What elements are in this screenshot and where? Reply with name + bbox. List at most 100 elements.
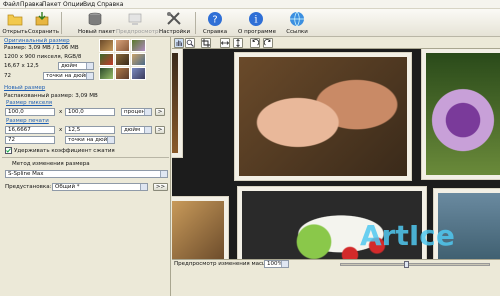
thumbnail-image[interactable] [115,67,130,80]
new-batch-label: Новый пакет [78,29,116,35]
help-button[interactable]: ? Справка [202,9,228,37]
preview-button[interactable]: Предпросмотр [116,9,159,37]
unpacked-size: Распакованный размер: 3,09 MB [4,93,98,99]
original-file-size: Размер: 3,09 MB / 1,06 MB [4,45,79,51]
toolbar: Открыть Сохранить Новый пакет Предпросмо… [0,9,500,37]
photo-building [172,49,182,157]
menu-file[interactable]: Файл [3,1,20,8]
help-icon: ? [208,12,222,26]
pixel-size-heading: Размер пикселя [6,100,53,106]
crop-icon [202,39,210,47]
menu-options[interactable]: Опции [63,1,84,8]
tools-icon [167,12,181,25]
preview-label: Предпросмотр [116,29,159,35]
menu-help[interactable]: Справка [97,1,123,8]
pixel-width-input[interactable]: 100,0 [5,108,55,116]
preset-more-button[interactable]: >> [153,183,168,191]
original-size-heading: Оригинальный размер [4,38,70,44]
preview-canvas[interactable]: ArtIce [172,49,500,259]
zoom-tool-button[interactable] [185,38,195,48]
save-button[interactable]: Сохранить [28,9,59,37]
info-icon: i [249,12,263,26]
fit-height-button[interactable] [233,38,243,48]
menu-batch[interactable]: Пакет [42,1,61,8]
pixel-unit-select[interactable]: процент [121,108,152,116]
original-print-unit-select[interactable]: дюйм [58,62,94,70]
print-more-button[interactable]: > [155,126,165,134]
settings-button[interactable]: Настройки [159,9,190,37]
multiply-sign: x [59,109,63,115]
print-size-heading: Размер печати [6,118,49,124]
zoom-slider-thumb[interactable] [404,261,409,268]
print-unit-select[interactable]: дюйм [121,126,152,134]
settings-panel: Оригинальный размер Размер: 3,09 MB / 1,… [0,37,171,296]
batch-stack-icon [88,12,102,26]
photo-couple [235,53,411,180]
watermark-text: ArtIce [360,219,455,252]
folder-icon [7,14,23,26]
save-icon [35,12,49,26]
print-width-input[interactable]: 16,6667 [5,126,55,134]
rotate-right-button[interactable] [263,38,273,48]
menu-view[interactable]: Вид [83,1,95,8]
photo-giraffe [172,197,228,259]
about-button[interactable]: i О программе [238,9,276,37]
rotate-left-icon [252,39,260,46]
new-size-heading: Новый размер [4,85,46,91]
open-label: Открыть [2,29,28,35]
original-pixel-size: 1200 x 900 пикселя, RGB/8 [4,54,82,60]
print-height-input[interactable]: 12,5 [65,126,115,134]
original-print-size: 16,67 x 12,5 [4,63,39,69]
zoom-slider-track[interactable] [340,263,490,266]
thumbnail-image[interactable] [99,67,114,80]
divider [2,157,169,158]
pixel-height-input[interactable]: 100,0 [65,108,115,116]
rotate-right-icon [263,39,271,46]
pixel-more-button[interactable]: > [155,108,165,116]
resize-method-heading: Метод изменения размера [12,161,90,167]
fit-height-icon [236,38,240,48]
thumbnail-image[interactable] [131,39,146,52]
open-button[interactable]: Открыть [2,9,28,37]
original-dpi: 72 [4,73,11,79]
thumbnail-image[interactable] [115,39,130,52]
thumbnail-image[interactable] [115,53,130,66]
toolbar-separator [195,12,196,34]
thumbnail-image[interactable] [99,39,114,52]
links-button[interactable]: Ссылки [283,9,311,37]
multiply-sign: x [59,127,63,133]
check-icon [6,148,11,153]
dpi-unit-select[interactable]: точки на дюйм [65,136,115,144]
preview-icon [128,13,142,25]
resize-method-select[interactable]: S-Spline Max [5,170,168,178]
keep-ratio-label: Удерживать коэффициент сжатия [14,148,115,154]
canvas-toolbar [172,37,500,49]
dpi-input[interactable]: 72 [5,136,55,144]
svg-text:?: ? [212,15,217,26]
save-label: Сохранить [28,29,59,35]
menu-bar: Файл Правка Пакет Опции Вид Справка [0,0,500,9]
thumbnail-image[interactable] [99,53,114,66]
new-batch-button[interactable]: Новый пакет [78,9,116,37]
hand-tool-button[interactable] [174,38,184,48]
rotate-left-button[interactable] [250,38,260,48]
menu-edit[interactable]: Правка [20,1,43,8]
about-label: О программе [238,29,276,35]
thumbnail-image[interactable] [131,53,146,66]
preset-select[interactable]: Общий * [52,183,148,191]
preset-label: Предустановка: [5,184,52,190]
status-bar: Предпросмотр изменения масштаба: 100% [172,259,500,296]
fit-width-button[interactable] [220,38,230,48]
crop-tool-button[interactable] [201,38,211,48]
help-label: Справка [202,29,228,35]
globe-icon [290,11,304,27]
keep-ratio-checkbox[interactable] [5,147,12,154]
photo-passion-flower [422,49,500,179]
links-label: Ссылки [286,29,308,35]
toolbar-separator [61,12,62,34]
svg-text:i: i [254,15,257,26]
original-dpi-unit-select[interactable]: точки на дюйм [43,72,94,80]
thumbnail-image[interactable] [131,67,146,80]
hand-icon [176,40,182,46]
zoom-select[interactable]: 100% [264,260,289,268]
